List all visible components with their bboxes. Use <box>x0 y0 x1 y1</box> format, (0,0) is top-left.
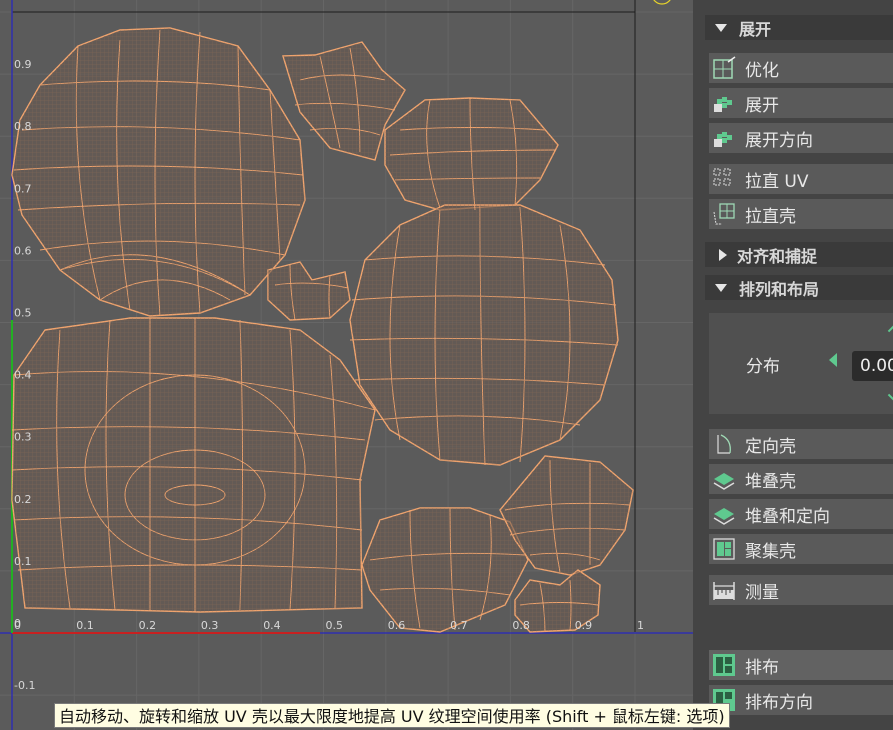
orient-shells-label: 定向壳 <box>745 436 796 457</box>
stack-and-orient-icon <box>711 501 737 527</box>
stack-shells-button[interactable]: 堆叠壳 <box>709 464 893 494</box>
x-tick-label: 0.5 <box>326 619 344 632</box>
straighten-uv-label: 拉直 UV <box>745 171 809 192</box>
y-tick-label: 0.9 <box>14 58 32 71</box>
tooltip: 自动移动、旋转和缩放 UV 壳以最大限度地提高 UV 纹理空间使用率 (Shif… <box>54 703 730 728</box>
decrement-arrow-icon[interactable] <box>829 353 837 367</box>
x-tick-label: 0.4 <box>263 619 281 632</box>
y-tick-label: 0.6 <box>14 244 32 257</box>
layout-icon <box>711 652 737 678</box>
stack-and-orient-label: 堆叠和定向 <box>745 506 830 527</box>
section-align-snap-label: 对齐和捕捉 <box>737 246 818 266</box>
unfold-direction-button[interactable]: 展开方向 <box>709 123 893 153</box>
section-unfold[interactable]: 展开 <box>705 15 893 40</box>
collapse-arrow-icon <box>715 283 727 292</box>
unfold-direction-icon <box>711 125 737 151</box>
unfold-label: 展开 <box>745 95 779 116</box>
distribute-group: 分布 0.00 <box>709 313 893 414</box>
measure-button[interactable]: 测量 <box>709 575 893 605</box>
x-tick-label: 1 <box>637 619 644 632</box>
uv-editor-viewport[interactable]: 0.9 0.8 0.7 0.6 0.5 0.4 0.3 0.2 0.1 0 -0.1 0 0.1 0.2 0… <box>0 0 693 730</box>
uv-mesh-dense-fill <box>11 27 634 633</box>
gather-shells-icon <box>711 536 737 562</box>
y-tick-label: 0.8 <box>14 120 32 133</box>
orient-shells-button[interactable]: 定向壳 <box>709 429 893 459</box>
layout-direction-button[interactable]: 排布方向 <box>709 685 893 715</box>
y-tick-label: 0.1 <box>14 555 32 568</box>
stack-shells-label: 堆叠壳 <box>745 471 796 492</box>
x-tick-label: 0.2 <box>139 619 157 632</box>
orient-shells-icon <box>711 431 737 457</box>
layout-direction-label: 排布方向 <box>745 692 813 713</box>
x-tick-label: 0.9 <box>575 619 593 632</box>
y-tick-label: 0.3 <box>14 431 32 444</box>
manipulator-circle[interactable] <box>652 0 672 5</box>
section-align-snap[interactable]: 对齐和捕捉 <box>705 242 893 267</box>
y-tick-label: 0.7 <box>14 182 32 195</box>
straighten-uv-icon <box>711 166 737 192</box>
ruler-icon <box>711 577 737 603</box>
y-tick-label: 0.2 <box>14 493 32 506</box>
expand-arrow-icon <box>719 248 727 261</box>
optimize-label: 优化 <box>745 60 779 81</box>
x-tick-label: 0.8 <box>512 619 530 632</box>
distribute-label: 分布 <box>746 357 780 377</box>
stack-shells-icon <box>711 466 737 492</box>
straighten-shell-icon <box>711 201 737 227</box>
gather-shells-button[interactable]: 聚集壳 <box>709 534 893 564</box>
x-tick-label: 0.6 <box>388 619 406 632</box>
distribute-value-field[interactable]: 0.00 <box>852 351 893 381</box>
measure-label: 测量 <box>745 582 779 603</box>
x-tick-label: 0.1 <box>76 619 94 632</box>
collapse-arrow-icon <box>715 23 727 32</box>
straighten-uv-button[interactable]: 拉直 UV <box>709 164 893 194</box>
up-arrow-icon[interactable] <box>887 323 893 333</box>
section-arrange-layout-label: 排列和布局 <box>739 279 820 299</box>
optimize-icon <box>711 55 737 81</box>
y-tick-label: -0.1 <box>14 679 35 692</box>
layout-label: 排布 <box>745 657 779 678</box>
optimize-button[interactable]: 优化 <box>709 53 893 83</box>
gather-shells-label: 聚集壳 <box>745 541 796 562</box>
x-tick-label: 0.3 <box>201 619 219 632</box>
y-tick-label: 0.5 <box>14 307 32 320</box>
unfold-button[interactable]: 展开 <box>709 88 893 118</box>
x-tick-label: 0.7 <box>450 619 468 632</box>
unfold-direction-label: 展开方向 <box>745 130 813 151</box>
stack-and-orient-button[interactable]: 堆叠和定向 <box>709 499 893 529</box>
section-arrange-layout[interactable]: 排列和布局 <box>705 275 893 300</box>
down-arrow-icon[interactable] <box>887 393 893 403</box>
unfold-icon <box>711 90 737 116</box>
straighten-shell-label: 拉直壳 <box>745 206 796 227</box>
straighten-shell-button[interactable]: 拉直壳 <box>709 199 893 229</box>
x-tick-label: 0 <box>14 619 21 632</box>
uv-canvas[interactable]: 0.90.80.70.60.50.40.30.20.10-0.10 0.1 0.2 0… <box>0 0 693 730</box>
y-tick-label: 0.4 <box>14 369 32 382</box>
section-unfold-label: 展开 <box>739 19 772 39</box>
layout-button[interactable]: 排布 <box>709 650 893 680</box>
